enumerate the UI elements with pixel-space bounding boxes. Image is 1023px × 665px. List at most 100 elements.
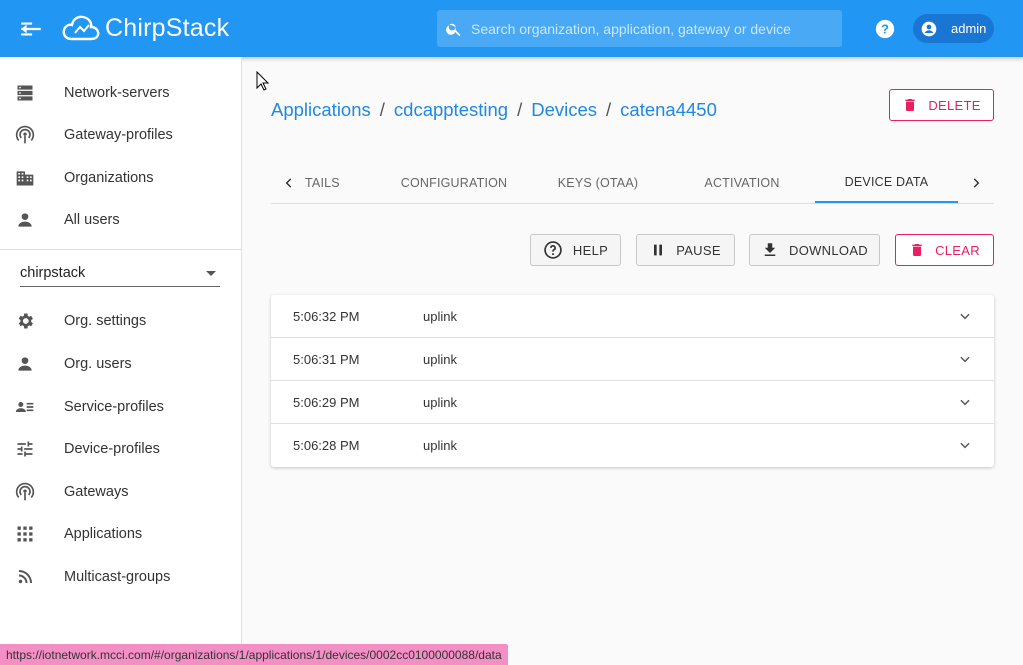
trash-icon (912, 244, 922, 256)
breadcrumb: Applications / cdcapptesting / Devices /… (271, 99, 717, 121)
event-time: 5:06:31 PM (293, 352, 360, 367)
event-type: uplink (423, 438, 457, 453)
device-data-list: 5:06:32 PM uplink 5:06:31 PM uplink 5:06… (271, 295, 994, 467)
global-search[interactable] (437, 10, 842, 47)
help-icon[interactable]: ? (874, 18, 896, 40)
app-name: ChirpStack (105, 13, 230, 42)
sidebar-item-label: Service-profiles (64, 399, 164, 415)
tab-configuration[interactable]: CONFIGURATION (383, 162, 525, 203)
breadcrumb-separator: / (606, 99, 612, 120)
person-icon (14, 209, 36, 231)
svg-text:?: ? (881, 22, 889, 37)
event-type: uplink (423, 309, 457, 324)
sidebar-item-label: Applications (64, 526, 143, 542)
antenna-icon (14, 481, 36, 503)
domain-icon (14, 167, 36, 189)
breadcrumb-device[interactable]: catena4450 (620, 99, 717, 121)
chevron-down-icon[interactable] (958, 438, 972, 452)
sidebar-item-org-users[interactable]: Org. users (0, 344, 241, 384)
sidebar-item-all-users[interactable]: All users (0, 200, 241, 240)
download-icon (764, 243, 776, 256)
status-bar-url: https://iotnetwork.mcci.com/#/organizati… (0, 644, 508, 665)
search-input[interactable] (471, 20, 831, 37)
sidebar-item-organizations[interactable]: Organizations (0, 158, 241, 198)
chevron-down-icon[interactable] (958, 352, 972, 366)
sidebar-item-gateway-profiles[interactable]: Gateway-profiles (0, 115, 241, 155)
pause-button[interactable]: PAUSE (636, 234, 735, 266)
tab-scroll-right-icon[interactable] (958, 162, 994, 203)
delete-label: DELETE (928, 97, 981, 113)
list-item[interactable]: 5:06:29 PM uplink (271, 381, 994, 424)
list-item[interactable]: 5:06:31 PM uplink (271, 338, 994, 381)
clear-button[interactable]: CLEAR (895, 234, 994, 266)
organization-select-value: chirpstack (20, 265, 86, 281)
event-time: 5:06:28 PM (293, 438, 360, 453)
tab-activation[interactable]: ACTIVATION (671, 162, 813, 203)
sidebar-item-label: Organizations (64, 170, 154, 186)
apps-grid-icon (14, 523, 36, 545)
tab-scroll-left-icon[interactable] (271, 162, 307, 203)
sidebar-item-label: Multicast-groups (64, 569, 171, 585)
user-menu-button[interactable]: admin (913, 14, 994, 43)
organization-select[interactable]: chirpstack (20, 261, 220, 287)
sidebar-item-device-profiles[interactable]: Device-profiles (0, 429, 241, 469)
event-time: 5:06:29 PM (293, 395, 360, 410)
gear-icon (14, 310, 36, 332)
trash-icon (905, 99, 915, 111)
top-app-bar: ChirpStack ? admin (0, 0, 1023, 57)
sidebar-item-org-settings[interactable]: Org. settings (0, 301, 241, 341)
tab-keys-otaa[interactable]: KEYS (OTAA) (527, 162, 669, 203)
pause-icon (654, 244, 663, 256)
tab-details[interactable]: TAILS (305, 162, 340, 203)
tune-icon (14, 438, 36, 460)
pause-label: PAUSE (676, 242, 721, 258)
event-time: 5:06:32 PM (293, 309, 360, 324)
menu-collapse-icon[interactable] (18, 16, 44, 42)
sidebar-item-label: Gateway-profiles (64, 127, 173, 143)
sidebar-item-label: Network-servers (64, 85, 170, 101)
chevron-down-icon[interactable] (958, 309, 972, 323)
sidebar-item-label: All users (64, 212, 120, 228)
breadcrumb-separator: / (517, 99, 523, 120)
breadcrumb-applications[interactable]: Applications (271, 99, 371, 121)
breadcrumb-devices[interactable]: Devices (531, 99, 597, 121)
person-icon (14, 353, 36, 375)
sidebar-item-service-profiles[interactable]: Service-profiles (0, 387, 241, 427)
sidebar-item-label: Gateways (64, 484, 129, 500)
account-details-icon (14, 396, 36, 418)
chirpstack-logo[interactable]: ChirpStack (61, 10, 229, 46)
sidebar-item-label: Org. users (64, 356, 132, 372)
delete-device-button[interactable]: DELETE (889, 89, 994, 121)
list-item[interactable]: 5:06:32 PM uplink (271, 295, 994, 338)
search-icon (446, 23, 461, 36)
sidebar-item-gateways[interactable]: Gateways (0, 472, 241, 512)
account-circle-icon (921, 21, 937, 36)
server-icon (14, 82, 36, 104)
breadcrumb-separator: / (379, 99, 385, 120)
dropdown-arrow-icon (206, 271, 216, 276)
sidebar-item-multicast-groups[interactable]: Multicast-groups (0, 557, 241, 597)
chevron-down-icon[interactable] (958, 395, 972, 409)
sidebar-item-network-servers[interactable]: Network-servers (0, 73, 241, 113)
sidebar-item-label: Org. settings (64, 313, 147, 329)
event-type: uplink (423, 352, 457, 367)
sidebar-item-label: Device-profiles (64, 441, 160, 457)
tab-device-data[interactable]: DEVICE DATA (815, 162, 958, 203)
event-type: uplink (423, 395, 457, 410)
device-tabs: TAILS CONFIGURATION KEYS (OTAA) ACTIVATI… (271, 162, 994, 204)
sidebar-divider (0, 249, 241, 250)
clear-label: CLEAR (935, 242, 980, 258)
help-circle-icon (544, 241, 562, 259)
breadcrumb-application[interactable]: cdcapptesting (394, 99, 508, 121)
sidebar: Network-servers Gateway-profiles Organiz… (0, 57, 242, 665)
download-label: DOWNLOAD (789, 242, 868, 258)
sidebar-item-applications[interactable]: Applications (0, 514, 241, 554)
help-label: HELP (572, 242, 609, 258)
list-item[interactable]: 5:06:28 PM uplink (271, 424, 994, 467)
cloud-logo-icon (62, 15, 100, 41)
rss-icon (14, 566, 36, 588)
help-button[interactable]: HELP (530, 234, 621, 266)
download-button[interactable]: DOWNLOAD (749, 234, 880, 266)
mouse-cursor-icon (256, 71, 270, 91)
username: admin (951, 21, 987, 36)
